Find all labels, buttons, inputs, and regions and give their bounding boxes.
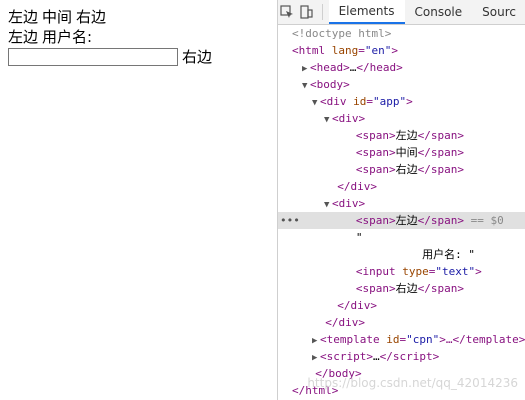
- dom-line-div-app-close[interactable]: </div>: [278, 314, 525, 331]
- dom-line-div-2-close[interactable]: </div>: [278, 297, 525, 314]
- span-right: 右边: [76, 8, 107, 26]
- dom-tree: <!doctype html> <html lang="en"> ▶ <head>…: [278, 25, 525, 400]
- username-input[interactable]: [8, 48, 178, 66]
- dom-line-text-username[interactable]: 用户名: ": [278, 246, 525, 263]
- device-toolbar-icon[interactable]: [297, 0, 316, 24]
- input-row: 右边: [8, 48, 212, 66]
- dom-line-html[interactable]: <html lang="en">: [278, 42, 525, 59]
- tab-console[interactable]: Console: [405, 0, 473, 24]
- text-row-2: 左边 用户名:: [8, 28, 96, 46]
- devtools-panel: Elements Console Sourc <!doctype html> <…: [277, 0, 525, 400]
- text-row-1: 左边 中间 右边: [8, 8, 110, 26]
- dom-line-body[interactable]: ▼ <body>: [278, 76, 525, 93]
- span-right-2: 右边: [182, 48, 213, 66]
- username-label: 用户名:: [42, 28, 93, 46]
- dom-line-div-1-close[interactable]: </div>: [278, 178, 525, 195]
- dom-line-span-middle[interactable]: <span>中间</span>: [278, 144, 525, 161]
- dom-line-span-right-2[interactable]: <span>右边</span>: [278, 280, 525, 297]
- toolbar-divider: [321, 4, 323, 20]
- inspect-element-icon[interactable]: [278, 0, 297, 24]
- more-options-icon[interactable]: •••: [280, 212, 300, 229]
- dom-line-head[interactable]: ▶ <head>…</head>: [278, 59, 525, 76]
- dom-line-text-quote[interactable]: ": [278, 229, 525, 246]
- watermark: https://blog.csdn.net/qq_42014236: [307, 376, 518, 390]
- dom-line-script[interactable]: ▶ <script>…</script>: [278, 348, 525, 365]
- span-left-2: 左边: [8, 28, 39, 46]
- dom-line-input[interactable]: <input type="text">: [278, 263, 525, 280]
- dom-line-div-2[interactable]: ▼ <div>: [278, 195, 525, 212]
- tab-sources[interactable]: Sourc: [472, 0, 525, 24]
- dom-line-template[interactable]: ▶ <template id="cpn">…</template>: [278, 331, 525, 348]
- devtools-toolbar: Elements Console Sourc: [278, 0, 525, 25]
- span-left: 左边: [8, 8, 39, 26]
- span-middle: 中间: [42, 8, 73, 26]
- dom-line-div-1[interactable]: ▼ <div>: [278, 110, 525, 127]
- dom-line-span-right[interactable]: <span>右边</span>: [278, 161, 525, 178]
- dom-line-span-left[interactable]: <span>左边</span>: [278, 127, 525, 144]
- tab-elements[interactable]: Elements: [328, 0, 405, 24]
- dom-line-doctype[interactable]: <!doctype html>: [278, 25, 525, 42]
- dom-line-span-selected[interactable]: ••• <span>左边</span> == $0: [278, 212, 525, 229]
- page-preview: 左边 中间 右边 左边 用户名: 右边: [0, 0, 277, 400]
- dom-line-div-app[interactable]: ▼ <div id="app">: [278, 93, 525, 110]
